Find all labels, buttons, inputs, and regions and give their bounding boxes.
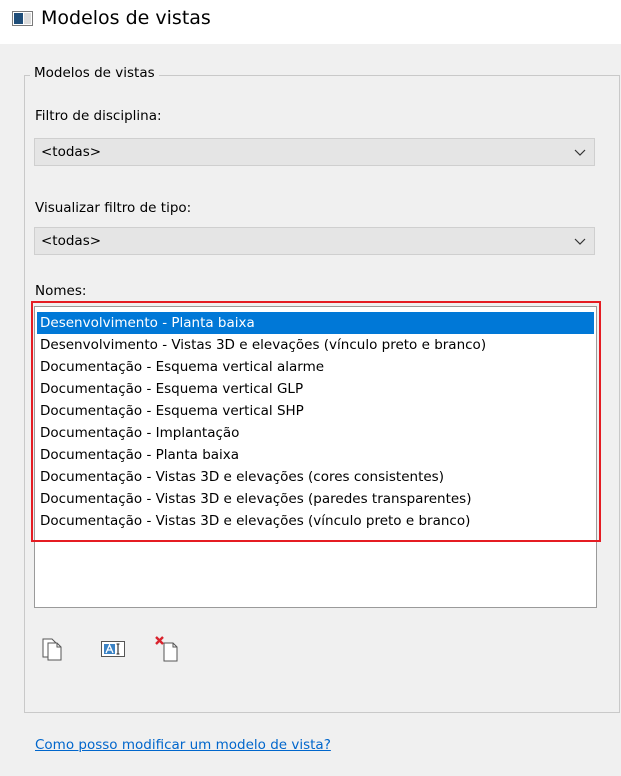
discipline-filter-label: Filtro de disciplina:: [35, 108, 162, 124]
list-item[interactable]: Documentação - Vistas 3D e elevações (pa…: [37, 488, 594, 510]
discipline-filter-value: <todas>: [41, 144, 102, 160]
list-item[interactable]: Documentação - Planta baixa: [37, 444, 594, 466]
help-link[interactable]: Como posso modificar um modelo de vista?: [35, 737, 331, 753]
list-item[interactable]: Documentação - Vistas 3D e elevações (ví…: [37, 510, 594, 532]
list-item[interactable]: Documentação - Implantação: [37, 422, 594, 444]
title-bar: Modelos de vistas: [0, 0, 621, 44]
rename-button[interactable]: [100, 636, 126, 662]
view-templates-app-icon: [12, 11, 33, 26]
list-item[interactable]: Desenvolvimento - Planta baixa: [37, 312, 594, 334]
chevron-down-icon: [574, 149, 586, 156]
duplicate-icon: [42, 638, 62, 661]
list-item[interactable]: Desenvolvimento - Vistas 3D e elevações …: [37, 334, 594, 356]
type-filter-label: Visualizar filtro de tipo:: [35, 200, 192, 216]
rename-icon: [101, 641, 125, 657]
discipline-filter-select[interactable]: <todas>: [34, 138, 595, 166]
list-item[interactable]: Documentação - Vistas 3D e elevações (co…: [37, 466, 594, 488]
chevron-down-icon: [574, 238, 586, 245]
list-item[interactable]: Documentação - Esquema vertical SHP: [37, 400, 594, 422]
window-title: Modelos de vistas: [41, 7, 211, 29]
names-label: Nomes:: [35, 283, 87, 299]
delete-icon: [155, 636, 178, 662]
type-filter-select[interactable]: <todas>: [34, 227, 595, 255]
duplicate-button[interactable]: [41, 636, 67, 662]
names-listbox[interactable]: Desenvolvimento - Planta baixa Desenvolv…: [34, 306, 597, 608]
group-legend: Modelos de vistas: [30, 65, 159, 81]
delete-button[interactable]: [155, 636, 181, 662]
list-item[interactable]: Documentação - Esquema vertical GLP: [37, 378, 594, 400]
list-item[interactable]: Documentação - Esquema vertical alarme: [37, 356, 594, 378]
type-filter-value: <todas>: [41, 233, 102, 249]
